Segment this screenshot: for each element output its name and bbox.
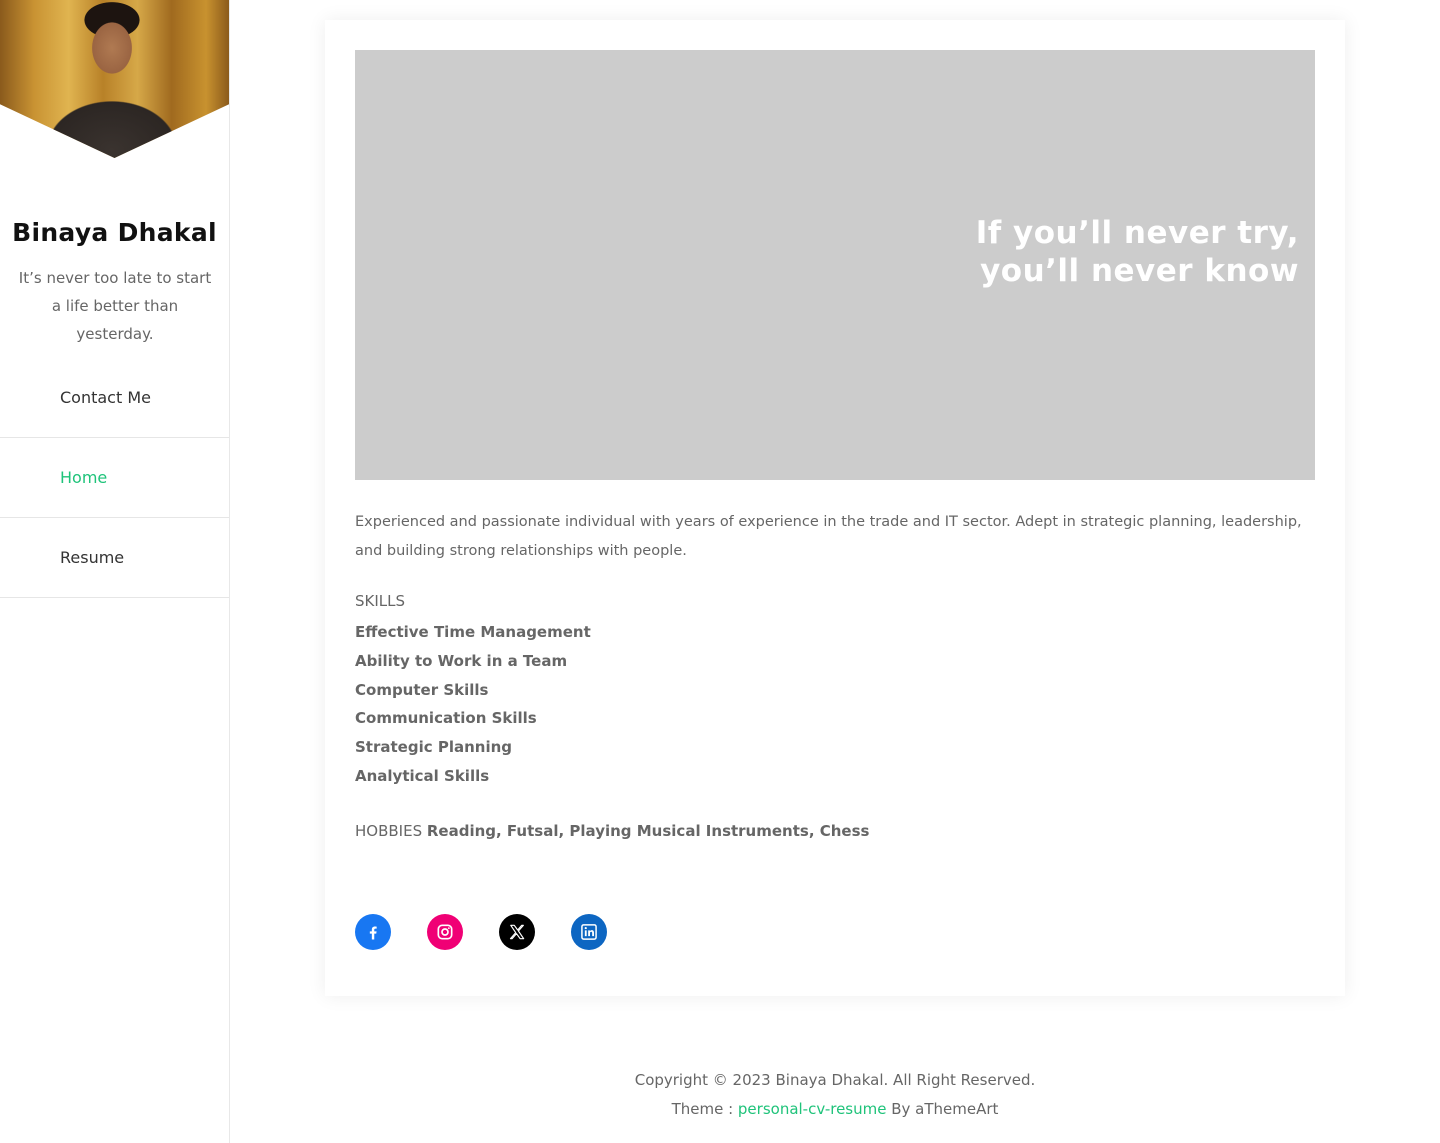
content-card: If you’ll never try, you’ll never know E… [325,20,1345,996]
hero-banner: If you’ll never try, you’ll never know [355,50,1315,480]
social-links [355,914,607,950]
hobbies-label: HOBBIES [355,822,423,840]
skill-item: Ability to Work in a Team [355,651,568,670]
facebook-link[interactable] [355,914,391,950]
skill-item: Strategic Planning [355,738,513,757]
skill-item: Analytical Skills [355,766,490,785]
x-link[interactable] [499,914,535,950]
main-nav: Contact Me Home Resume [0,358,229,598]
skills-list: Effective Time Management Ability to Wor… [355,618,591,791]
skill-item: Effective Time Management [355,623,591,641]
nav-item-home[interactable]: Home [0,438,229,518]
nav-item-label: Contact Me [60,388,151,407]
skills-heading: SKILLS [355,592,406,610]
hobbies-line: HOBBIES Reading, Futsal, Playing Musical… [355,822,869,840]
theme-link[interactable]: personal-cv-resume [738,1100,887,1118]
sidebar: Binaya Dhakal It’s never too late to sta… [0,0,230,1143]
profile-photo [0,0,229,158]
x-icon [509,924,525,940]
nav-item-contact-me[interactable]: Contact Me [0,358,229,438]
copyright-text: Copyright © 2023 Binaya Dhakal. All Righ… [634,1071,1036,1089]
hero-quote-line-1: If you’ll never try, [975,215,1299,251]
linkedin-icon [581,924,597,940]
hero-quote-line-2: you’ll never know [980,253,1299,289]
theme-prefix: Theme : [671,1100,734,1118]
profile-photo-wrap [0,0,229,158]
skill-item: Computer Skills [355,680,489,699]
site-tagline: It’s never too late to start a life bett… [18,269,212,343]
nav-item-label: Resume [60,548,125,567]
theme-credit: Theme : personal-cv-resume By aThemeArt [230,1095,1440,1124]
site-title[interactable]: Binaya Dhakal [0,218,229,247]
hobbies-value: Reading, Futsal, Playing Musical Instrum… [426,822,870,840]
instagram-icon [437,924,453,940]
site-footer: Copyright © 2023 Binaya Dhakal. All Righ… [230,1066,1440,1124]
nav-item-resume[interactable]: Resume [0,518,229,598]
intro-paragraph: Experienced and passionate individual wi… [355,514,1302,559]
theme-suffix: By aThemeArt [891,1100,999,1118]
hero-quote: If you’ll never try, you’ll never know [976,214,1299,290]
nav-item-label: Home [60,468,108,487]
facebook-icon [369,926,377,940]
skill-item: Communication Skills [355,709,537,728]
linkedin-link[interactable] [571,914,607,950]
instagram-link[interactable] [427,914,463,950]
